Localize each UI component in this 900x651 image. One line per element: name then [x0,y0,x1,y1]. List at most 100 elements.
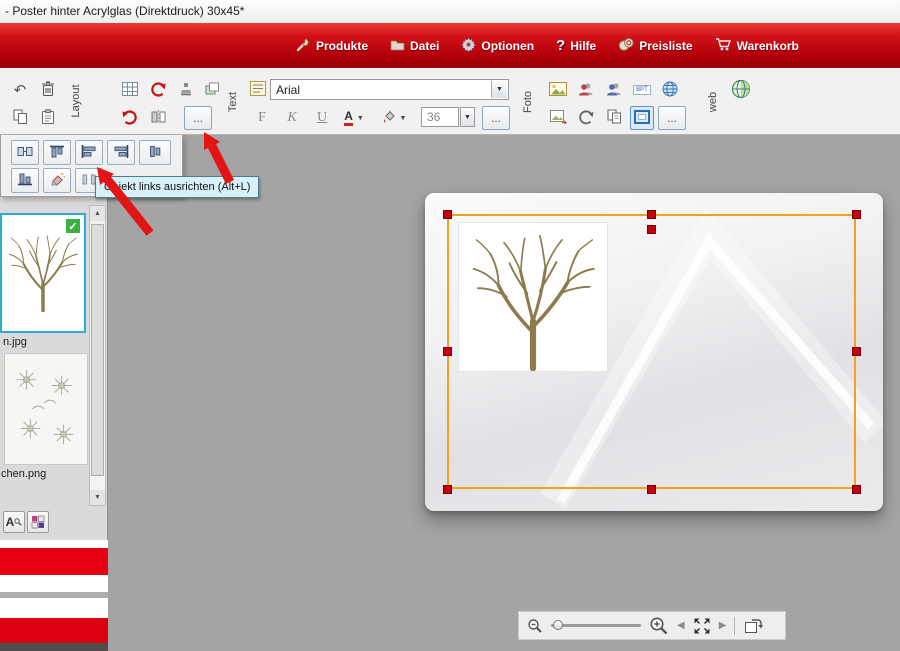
menu-items: Produkte Datei Optionen ? Hilfe Preislis… [296,23,799,68]
ellipsis-label: ... [667,111,677,125]
thumbnail-flowers[interactable] [4,353,88,465]
align-bottom-button[interactable] [11,168,39,193]
rotate-cw-button[interactable] [118,106,142,130]
passphoto-button[interactable]: BPT [630,78,654,102]
rotate-gray-icon [578,109,594,128]
undo-button[interactable]: ↶ [8,78,32,102]
rotate-page-icon [743,617,763,634]
product-list-item[interactable] [0,548,108,575]
person-blue-icon [606,82,622,99]
align-bottom-icon [17,173,33,189]
photo-web-button[interactable] [658,78,682,102]
menu-item-optionen[interactable]: Optionen [461,37,534,55]
help-icon: ? [556,37,565,54]
resize-handle-top-center[interactable] [647,210,656,219]
photo-copy-button[interactable] [602,106,626,130]
person-add-button[interactable] [574,78,598,102]
resize-handle-top-right[interactable] [852,210,861,219]
scroll-down-button[interactable]: ▼ [90,490,105,505]
flowers-thumbnail-image [5,354,87,462]
scrollbar-thumb[interactable] [91,224,104,476]
rotate-handle[interactable] [647,225,656,234]
copy-button[interactable] [8,106,32,130]
chevron-down-icon[interactable]: ▼ [491,81,507,98]
resize-handle-mid-left[interactable] [443,347,452,356]
resize-handle-bottom-left[interactable] [443,485,452,494]
align-top-icon [49,145,65,161]
resize-handle-bottom-center[interactable] [647,485,656,494]
group-objects-icon [17,145,33,161]
font-size-dropdown-button[interactable]: ▼ [460,107,475,127]
align-right-button[interactable] [107,140,135,165]
next-page-button[interactable]: ▶ [719,620,727,631]
person-group-button[interactable] [602,78,626,102]
photo-icon [549,82,567,99]
bold-button[interactable]: F [250,106,274,130]
menu-item-hilfe[interactable]: ? Hilfe [556,37,596,54]
text-more-button[interactable]: ... [482,106,510,130]
format-painter-button[interactable] [43,168,71,193]
clipboard-icon [41,109,55,128]
font-size-field[interactable]: 36 [421,107,459,127]
trash-icon [41,81,55,100]
foto-more-button[interactable]: ... [658,106,686,130]
chevron-down-icon: ▼ [357,115,364,122]
group-objects-button[interactable] [11,140,39,165]
font-list-icon [250,81,266,99]
tree-thumbnail-image [4,221,82,325]
align-left-button[interactable] [75,140,103,165]
fill-color-button[interactable]: ▼ [378,106,410,130]
rotate-view-button[interactable] [743,617,763,634]
menu-item-produkte[interactable]: Produkte [296,37,368,55]
grid-button[interactable] [118,78,142,102]
window-title: - Poster hinter Acrylglas (Direktdruck) … [5,4,244,18]
photo-rotate-button[interactable] [574,106,598,130]
resize-handle-top-left[interactable] [443,210,452,219]
underline-button[interactable]: U [310,106,334,130]
text-search-button[interactable]: A [3,511,25,533]
font-list-button[interactable] [248,80,268,100]
palette-icon [31,515,45,529]
menu-item-warenkorb[interactable]: Warenkorb [715,37,799,54]
scroll-up-button[interactable]: ▲ [90,206,105,221]
delete-button[interactable] [36,78,60,102]
font-color-button[interactable]: A ▼ [338,106,370,130]
stamp-button[interactable] [174,78,198,102]
zoom-slider[interactable] [551,624,641,627]
toolbar-group-text-label: Text [227,82,239,122]
sidebar-scrollbar[interactable]: ▲ ▼ [89,205,106,506]
resize-handle-bottom-right[interactable] [852,485,861,494]
align-top-button[interactable] [43,140,71,165]
product-list-item[interactable] [0,618,108,643]
photo-button[interactable] [546,78,570,102]
menu-item-datei[interactable]: Datei [390,37,439,54]
layers-button[interactable] [200,78,224,102]
zoom-toolbar: ◀ ▶ [518,611,786,640]
flip-button[interactable] [146,106,170,130]
bpt-icon: BPT [633,85,651,95]
frame-icon [634,110,650,127]
photo-adjust-button[interactable] [546,106,570,130]
prev-page-button[interactable]: ◀ [677,620,685,631]
palette-button[interactable] [27,511,49,533]
selection-rectangle[interactable] [447,214,856,489]
zoom-in-button[interactable] [649,616,669,636]
tooltip-text: Objekt links ausrichten (Alt+L) [104,181,250,193]
zoom-out-button[interactable] [527,618,543,634]
resize-handle-mid-right[interactable] [852,347,861,356]
file-name-label: n.jpg [3,336,27,348]
paste-button[interactable] [36,106,60,130]
italic-button[interactable]: K [280,106,304,130]
frame-tool-button[interactable] [630,106,654,130]
arrow-up-icon: ▲ [94,210,101,217]
menu-item-preisliste[interactable]: Preisliste [618,37,692,54]
align-center-button[interactable] [139,140,171,165]
thumbnail-tree-selected[interactable]: ✓ [0,213,86,333]
rotate-ccw-button[interactable] [146,78,170,102]
font-family-combobox[interactable]: Arial ▼ [270,79,509,100]
fit-to-window-button[interactable] [693,617,711,635]
layout-more-button[interactable]: ... [184,106,212,130]
web-globe-button[interactable] [726,77,756,104]
design-canvas[interactable] [108,135,900,651]
zoom-slider-knob[interactable] [553,620,563,630]
